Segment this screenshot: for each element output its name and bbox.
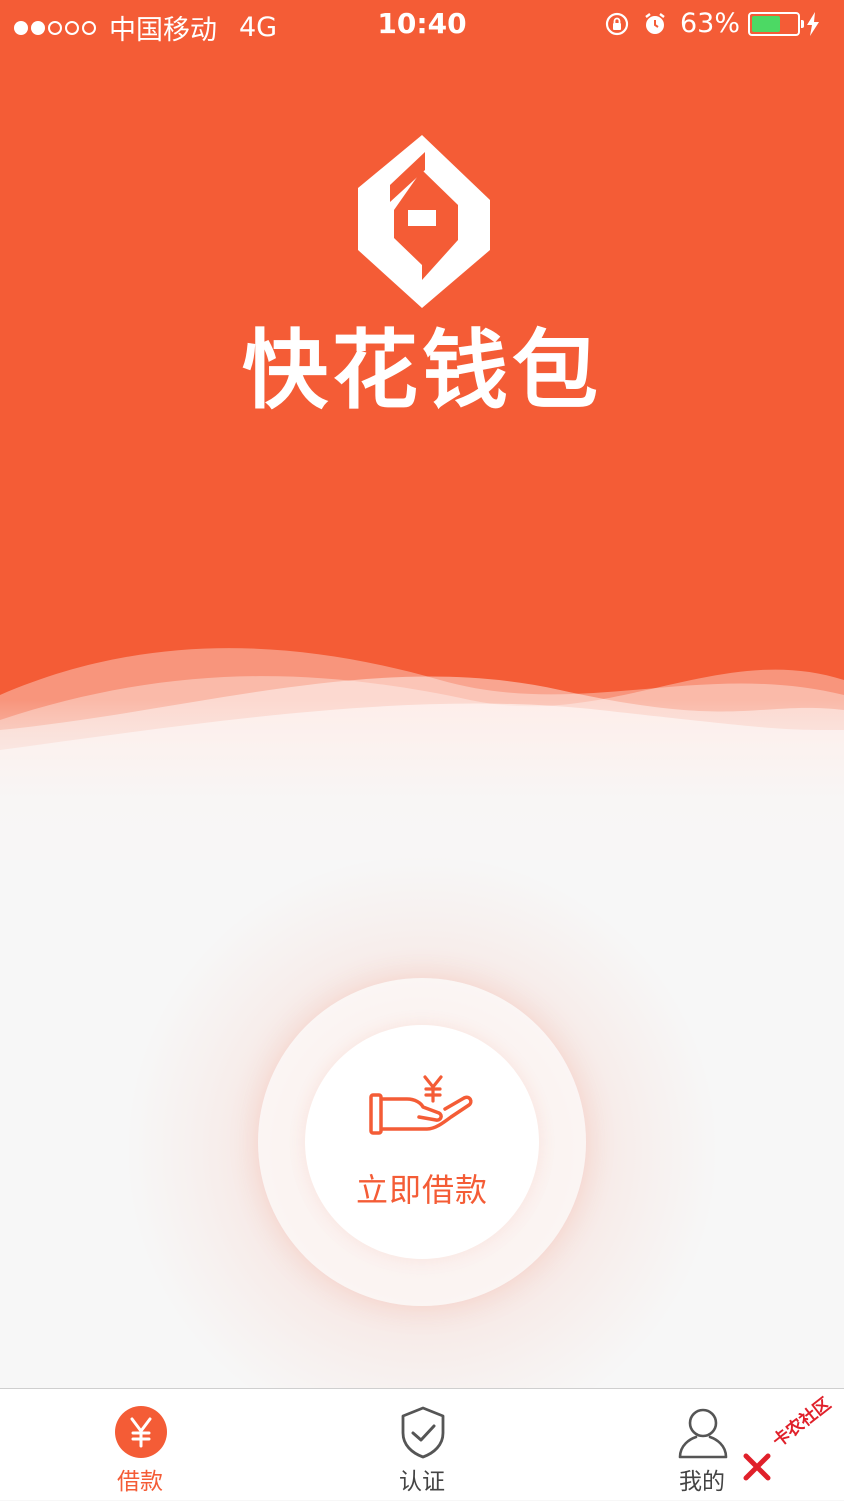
diamond-logo-icon — [358, 135, 490, 308]
brand-name: 快花钱包 — [242, 321, 602, 421]
tab-bar: 借款 认证 我的 — [0, 1388, 844, 1500]
shield-check-icon — [401, 1406, 445, 1459]
borrow-now-button[interactable]: 立即借款 — [305, 1025, 539, 1259]
charging-bolt-icon — [807, 11, 819, 36]
tab-verification-label: 认证 — [399, 1469, 445, 1495]
user-icon — [678, 1408, 728, 1459]
alarm-icon — [645, 12, 665, 34]
rotation-lock-icon — [605, 12, 629, 35]
tab-verification[interactable]: 认证 — [322, 1389, 522, 1501]
tab-loan[interactable]: 借款 — [40, 1389, 240, 1501]
watermark-logo-icon — [743, 1453, 771, 1481]
status-bar: 中国移动 4G 10:40 63% — [0, 0, 844, 48]
borrow-now-label: 立即借款 — [355, 1171, 488, 1209]
battery-icon — [748, 11, 804, 36]
tab-loan-label: 借款 — [117, 1469, 163, 1495]
yen-circle-icon — [115, 1406, 167, 1458]
watermark: 卡农社区 — [742, 1394, 838, 1482]
battery-percent: 63% — [679, 8, 740, 39]
hand-yen-icon — [369, 1075, 473, 1135]
